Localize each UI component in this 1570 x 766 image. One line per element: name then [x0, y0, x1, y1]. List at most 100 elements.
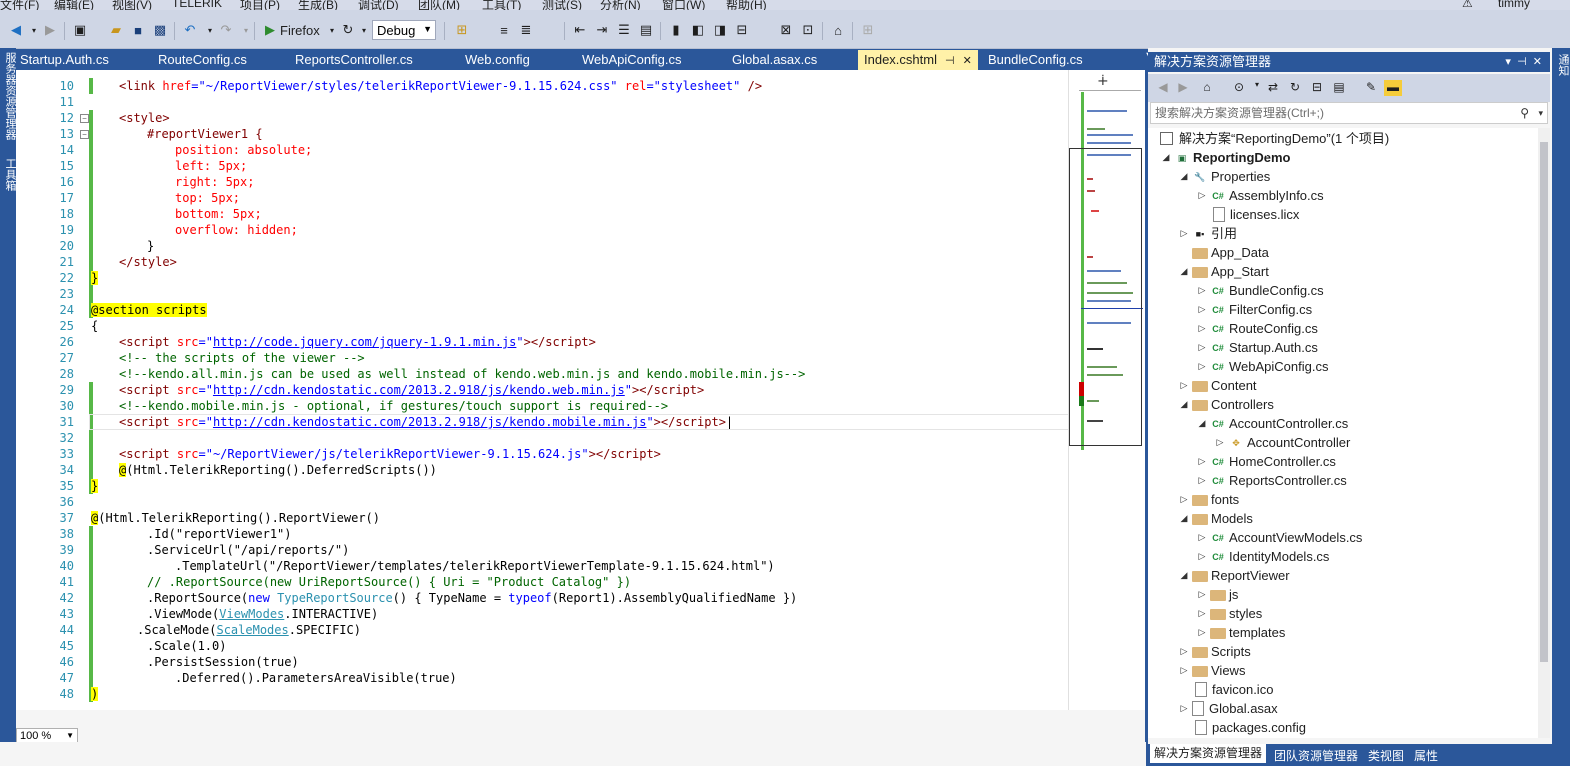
- tree-item[interactable]: ▷ C# FilterConfig.cs: [1196, 300, 1313, 319]
- menu-edit[interactable]: 编辑(E): [54, 0, 94, 10]
- tree-item[interactable]: ▷ C# ReportsController.cs: [1196, 471, 1347, 490]
- indent-icon[interactable]: ⇥: [592, 20, 612, 40]
- outdent-icon[interactable]: ⇤: [570, 20, 590, 40]
- tab-class-view[interactable]: 类视图: [1368, 747, 1404, 764]
- forward-icon[interactable]: ▶: [40, 20, 60, 40]
- bookmark-icon[interactable]: ▮: [666, 20, 686, 40]
- comment-icon[interactable]: ≡: [494, 20, 514, 40]
- expanded-icon[interactable]: ◢: [1178, 262, 1190, 281]
- refresh-dropdown-icon[interactable]: ▾: [354, 20, 374, 40]
- collapsed-icon[interactable]: ▷: [1196, 300, 1208, 319]
- tree-item[interactable]: packages.config: [1190, 718, 1306, 737]
- tab-reportscontroller[interactable]: ReportsController.cs: [295, 50, 413, 70]
- warning-icon[interactable]: ⚠: [1462, 0, 1473, 10]
- redo-icon[interactable]: ↷: [216, 20, 236, 40]
- tree-item[interactable]: ▷ C# Startup.Auth.cs: [1196, 338, 1318, 357]
- collapsed-icon[interactable]: ▷: [1178, 661, 1190, 680]
- new-project-icon[interactable]: ▣: [70, 20, 90, 40]
- collapsed-icon[interactable]: ▷: [1178, 224, 1190, 243]
- user-name[interactable]: timmy: [1498, 0, 1530, 10]
- menu-analyze[interactable]: 分析(N): [600, 0, 641, 10]
- home-icon[interactable]: ⌂: [1198, 80, 1216, 96]
- clear-bookmarks-icon[interactable]: ⊟: [732, 20, 752, 40]
- collapsed-icon[interactable]: ▷: [1196, 357, 1208, 376]
- collapsed-icon[interactable]: ▷: [1196, 281, 1208, 300]
- properties-icon[interactable]: ✎: [1362, 80, 1380, 96]
- collapsed-icon[interactable]: ▷: [1196, 471, 1208, 490]
- collapsed-icon[interactable]: ▷: [1214, 433, 1226, 452]
- split-icon[interactable]: ∔: [1097, 72, 1109, 89]
- tab-team-explorer[interactable]: 团队资源管理器: [1274, 747, 1358, 764]
- prev-bookmark-icon[interactable]: ◧: [688, 20, 708, 40]
- close-icon[interactable]: ✕: [1533, 56, 1542, 68]
- preview-icon[interactable]: ▬: [1384, 80, 1402, 96]
- code-editor[interactable]: 10 11 12 13 14 15 16 17 18 19 20 21 22 2…: [16, 70, 1145, 744]
- tree-item[interactable]: ▷ styles: [1196, 604, 1263, 623]
- collapse-icon[interactable]: −: [80, 130, 89, 139]
- tree-scrollbar[interactable]: [1538, 128, 1550, 738]
- tree-item[interactable]: ▷ C# WebApiConfig.cs: [1196, 357, 1329, 376]
- undo-icon[interactable]: ↶: [180, 20, 200, 40]
- tree-item[interactable]: App_Data: [1190, 243, 1269, 262]
- collapsed-icon[interactable]: ▷: [1196, 186, 1208, 205]
- collapsed-icon[interactable]: ▷: [1178, 642, 1190, 661]
- panel-menu-icon[interactable]: ▾: [1505, 56, 1511, 68]
- menu-telerik[interactable]: TELERIK: [172, 0, 222, 10]
- tree-item[interactable]: ▷ Content: [1178, 376, 1257, 395]
- back-icon[interactable]: ◀: [6, 20, 26, 40]
- tab-bundleconfig[interactable]: BundleConfig.cs: [988, 50, 1083, 70]
- tree-item[interactable]: ▷ Views: [1178, 661, 1246, 680]
- step-icon[interactable]: ⊡: [798, 20, 818, 40]
- menu-team[interactable]: 团队(M): [418, 0, 460, 10]
- breakpoint-icon[interactable]: ⊠: [776, 20, 796, 40]
- menu-build[interactable]: 生成(B): [298, 0, 338, 10]
- browser-button[interactable]: Firefox: [280, 20, 320, 40]
- collapsed-icon[interactable]: ▷: [1196, 623, 1208, 642]
- expanded-icon[interactable]: ◢: [1178, 566, 1190, 585]
- save-icon[interactable]: ■: [128, 20, 148, 40]
- config-combo[interactable]: Debug ▼: [372, 20, 436, 40]
- tree-item[interactable]: ▷ templates: [1196, 623, 1286, 642]
- search-icon[interactable]: ⚲: [1520, 103, 1529, 123]
- script-url[interactable]: http://cdn.kendostatic.com/2013.2.918/js…: [213, 383, 625, 397]
- menu-tools[interactable]: 工具(T): [482, 0, 521, 10]
- tree-item[interactable]: ▷ Scripts: [1178, 642, 1251, 661]
- collapse-icon[interactable]: −: [80, 114, 89, 123]
- script-url[interactable]: http://code.jquery.com/jquery-1.9.1.min.…: [213, 335, 516, 349]
- redo-dropdown-icon[interactable]: ▾: [236, 20, 256, 40]
- menu-window[interactable]: 窗口(W): [662, 0, 705, 10]
- tree-item[interactable]: ▷ C# HomeController.cs: [1196, 452, 1336, 471]
- tab-webconfig[interactable]: Web.config: [465, 50, 530, 70]
- tree-item[interactable]: ◢ App_Start: [1178, 262, 1269, 281]
- tab-startup-auth[interactable]: Startup.Auth.cs: [20, 50, 109, 70]
- tree-item[interactable]: ◢ 🔧 Properties: [1178, 167, 1271, 186]
- tree-item[interactable]: ◢ Models: [1178, 509, 1253, 528]
- expanded-icon[interactable]: ◢: [1178, 167, 1190, 186]
- tree-item[interactable]: ◢ ReportViewer: [1178, 566, 1290, 585]
- tree-item[interactable]: ▷ fonts: [1178, 490, 1240, 509]
- expanded-icon[interactable]: ◢: [1178, 509, 1190, 528]
- tree-item[interactable]: ▷ C# IdentityModels.cs: [1196, 547, 1330, 566]
- menu-help[interactable]: 帮助(H): [726, 0, 767, 10]
- close-icon[interactable]: ✕: [963, 55, 972, 67]
- collapsed-icon[interactable]: ▷: [1196, 547, 1208, 566]
- tree-item[interactable]: ▷ C# AccountViewModels.cs: [1196, 528, 1363, 547]
- pending-changes-icon[interactable]: ⊙: [1230, 80, 1248, 96]
- open-file-icon[interactable]: ▰: [106, 20, 126, 40]
- pin-icon[interactable]: ⊣: [1517, 56, 1527, 68]
- collapsed-icon[interactable]: ▷: [1196, 604, 1208, 623]
- collapsed-icon[interactable]: ▷: [1196, 338, 1208, 357]
- minimap-viewport[interactable]: [1069, 148, 1142, 446]
- tree-item[interactable]: ▷ js: [1196, 585, 1239, 604]
- collapsed-icon[interactable]: ▷: [1196, 319, 1208, 338]
- tab-properties[interactable]: 属性: [1414, 747, 1438, 764]
- tree-item[interactable]: 解决方案“ReportingDemo”(1 个项目): [1158, 129, 1389, 148]
- start-debug-icon[interactable]: ▶: [262, 20, 278, 40]
- save-all-icon[interactable]: ▩: [150, 20, 170, 40]
- notifications-tab[interactable]: 通知: [1555, 54, 1570, 76]
- tree-item[interactable]: ▷ Global.asax: [1178, 699, 1278, 718]
- tree-item[interactable]: licenses.licx: [1208, 205, 1299, 224]
- collapsed-icon[interactable]: ▷: [1178, 699, 1190, 718]
- tab-webapiconfig[interactable]: WebApiConfig.cs: [582, 50, 681, 70]
- collapse-all-icon[interactable]: ⊟: [1308, 80, 1326, 96]
